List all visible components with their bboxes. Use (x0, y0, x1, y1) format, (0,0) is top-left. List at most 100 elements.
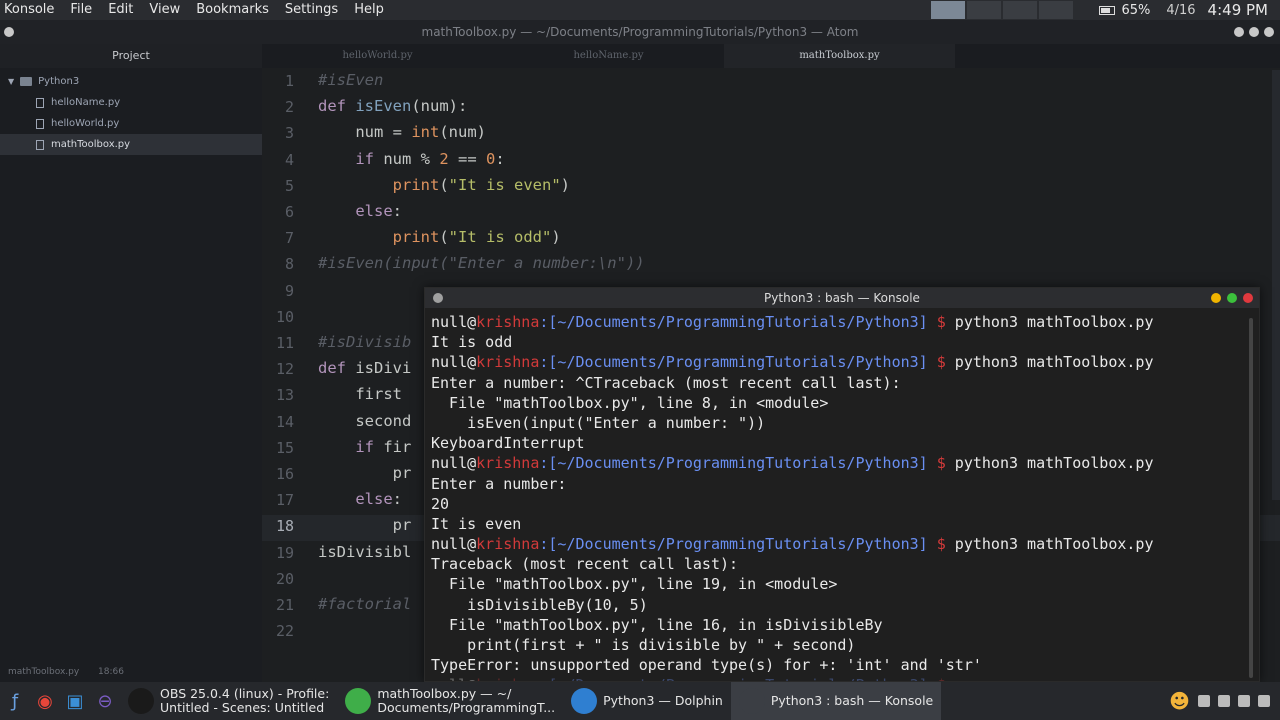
prompt-host: krishna (476, 454, 540, 473)
menu-help[interactable]: Help (346, 0, 392, 20)
clock-time[interactable]: 4:49 PM (1208, 1, 1268, 19)
virtual-desktop-pager[interactable] (931, 1, 1074, 19)
minimize-button[interactable] (1234, 27, 1244, 37)
file-icon (36, 97, 44, 108)
volume-icon[interactable] (1258, 695, 1270, 707)
atom-window-title: mathToolbox.py — ~/Documents/Programming… (421, 25, 859, 39)
prompt-command: python3 mathToolbox.py (954, 535, 1154, 554)
wifi-icon[interactable] (1238, 695, 1250, 707)
project-tree-panel: Project ▼ Python3 helloName.py helloWorld… (0, 44, 262, 682)
code-icon: ▣ (66, 690, 84, 712)
terminal-output-line: It is even (431, 514, 522, 533)
status-cursor-position[interactable]: 18:66 (98, 667, 124, 677)
konsole-window[interactable]: Python3 : bash — Konsole null@krishna:[~… (424, 287, 1260, 682)
window-menu-icon[interactable] (433, 293, 443, 303)
menu-view[interactable]: View (141, 0, 188, 20)
vscode-launcher[interactable]: ▣ (60, 682, 90, 720)
file-icon (36, 139, 44, 150)
editor-tab[interactable]: helloWorld.py (262, 44, 493, 68)
clock-date[interactable]: 4/16 (1166, 3, 1195, 18)
desktop-4[interactable] (1039, 1, 1074, 19)
taskbar-task[interactable]: mathToolbox.py — ~/Documents/Programming… (337, 682, 563, 720)
line-number: 22 (275, 622, 294, 641)
editor-tab[interactable]: mathToolbox.py (724, 44, 955, 68)
menu-file[interactable]: File (62, 0, 100, 20)
app-icon (571, 688, 598, 714)
prompt-user: null@ (431, 313, 477, 331)
microphone-icon[interactable] (1218, 695, 1230, 707)
terminal-output-line: 20 (431, 494, 450, 513)
chrome-launcher[interactable]: ◉ (30, 682, 60, 720)
terminal-scrollbar[interactable] (1249, 318, 1253, 678)
eclipse-launcher[interactable]: ⊖ (90, 682, 120, 720)
line-number: 20 (275, 569, 294, 588)
battery-icon[interactable] (1099, 5, 1116, 15)
terminal-output-line: KeyboardInterrupt (431, 434, 585, 453)
menu-konsole[interactable]: Konsole (0, 0, 62, 20)
prompt-dollar: $ (927, 353, 955, 372)
editor-scrollbar[interactable] (1272, 70, 1280, 500)
task-label-line1: mathToolbox.py — ~/ (377, 686, 512, 701)
editor-tab[interactable]: helloName.py (493, 44, 724, 68)
line-number: 4 (284, 150, 294, 169)
line-number: 17 (275, 491, 294, 510)
tree-file-item[interactable]: helloName.py (0, 92, 262, 113)
code-line: if fir (355, 437, 412, 456)
tree-folder-label: Python3 (38, 76, 80, 87)
global-menu-bar: Konsole File Edit View Bookmarks Settings Help… (0, 0, 1280, 20)
line-number: 21 (275, 596, 294, 614)
desktop-2[interactable] (967, 1, 1002, 19)
taskbar-task[interactable]: Python3 : bash — Konsole (730, 682, 942, 720)
close-button[interactable] (1264, 27, 1274, 37)
menu-bookmarks[interactable]: Bookmarks (188, 0, 277, 20)
terminal-output-line: TypeError: unsupported operand type(s) f… (431, 656, 982, 675)
status-bar: mathToolbox.py 18:66 (0, 662, 262, 682)
folder-icon (20, 77, 33, 86)
menu-settings[interactable]: Settings (277, 0, 346, 20)
window-menu-icon[interactable] (4, 27, 14, 37)
task-label-line1: OBS 25.0.4 (linux) - Profile: (160, 686, 330, 701)
desktop-1[interactable] (931, 1, 966, 19)
line-number: 7 (284, 229, 294, 248)
taskbar-task[interactable]: OBS 25.0.4 (linux) - Profile: Untitled - … (120, 682, 337, 720)
terminal-prompt-line: null@krishna:[~/Documents/ProgrammingTut… (431, 534, 1247, 554)
line-number: 3 (284, 124, 294, 143)
menu-edit[interactable]: Edit (100, 0, 141, 20)
maximize-button[interactable] (1227, 293, 1237, 303)
line-number: 11 (275, 334, 294, 352)
taskbar-task[interactable]: Python3 — Dolphin (563, 682, 731, 720)
eclipse-icon: ⊖ (97, 690, 113, 712)
terminal-output-line: Enter a number: (431, 474, 567, 493)
close-button[interactable] (1243, 293, 1253, 303)
code-line: pr (318, 516, 412, 535)
line-number-gutter: 1 2 3 4 5 6 7 8 9 10 11 12 13 14 15 16 17 18 19 20 21 22 (262, 68, 304, 658)
terminal-output[interactable]: null@krishna:[~/Documents/ProgrammingTut… (431, 312, 1247, 681)
line-number: 15 (275, 438, 294, 457)
application-launcher[interactable]: ƒ (0, 682, 30, 720)
line-number: 1 (284, 72, 294, 90)
code-line: if num % 2 == 0: (355, 149, 505, 168)
terminal-output-line: File "mathToolbox.py", line 16, in isDiv… (431, 615, 883, 634)
terminal-prompt-line: null@krishna:[~/Documents/ProgrammingTut… (431, 675, 1247, 681)
emoji-icon[interactable]: ☻ (1169, 689, 1190, 713)
task-list: OBS 25.0.4 (linux) - Profile: Untitled - … (120, 682, 942, 720)
tree-file-label: helloName.py (51, 97, 121, 108)
prompt-host: krishna (476, 313, 540, 331)
desktop-3[interactable] (1003, 1, 1038, 19)
line-number: 19 (275, 543, 294, 562)
code-line: #factorial (318, 595, 412, 613)
network-icon[interactable] (1198, 695, 1210, 707)
prompt-path: :[~/Documents/ProgrammingTutorials/Pytho… (539, 313, 928, 331)
code-line: pr (318, 464, 412, 482)
minimize-button[interactable] (1211, 293, 1221, 303)
tree-file-item[interactable]: mathToolbox.py (0, 134, 262, 155)
konsole-title: Python3 : bash — Konsole (764, 291, 920, 305)
tree-header[interactable]: Project (0, 44, 262, 68)
status-file[interactable]: mathToolbox.py (8, 667, 79, 677)
tree-folder-python3[interactable]: ▼ Python3 (0, 71, 262, 92)
terminal-output-line: It is odd (431, 333, 513, 352)
line-number: 5 (284, 176, 294, 195)
maximize-button[interactable] (1249, 27, 1259, 37)
terminal-output-line: Enter a number: ^CTraceback (most recent… (431, 373, 901, 392)
tree-file-item[interactable]: helloWorld.py (0, 113, 262, 134)
